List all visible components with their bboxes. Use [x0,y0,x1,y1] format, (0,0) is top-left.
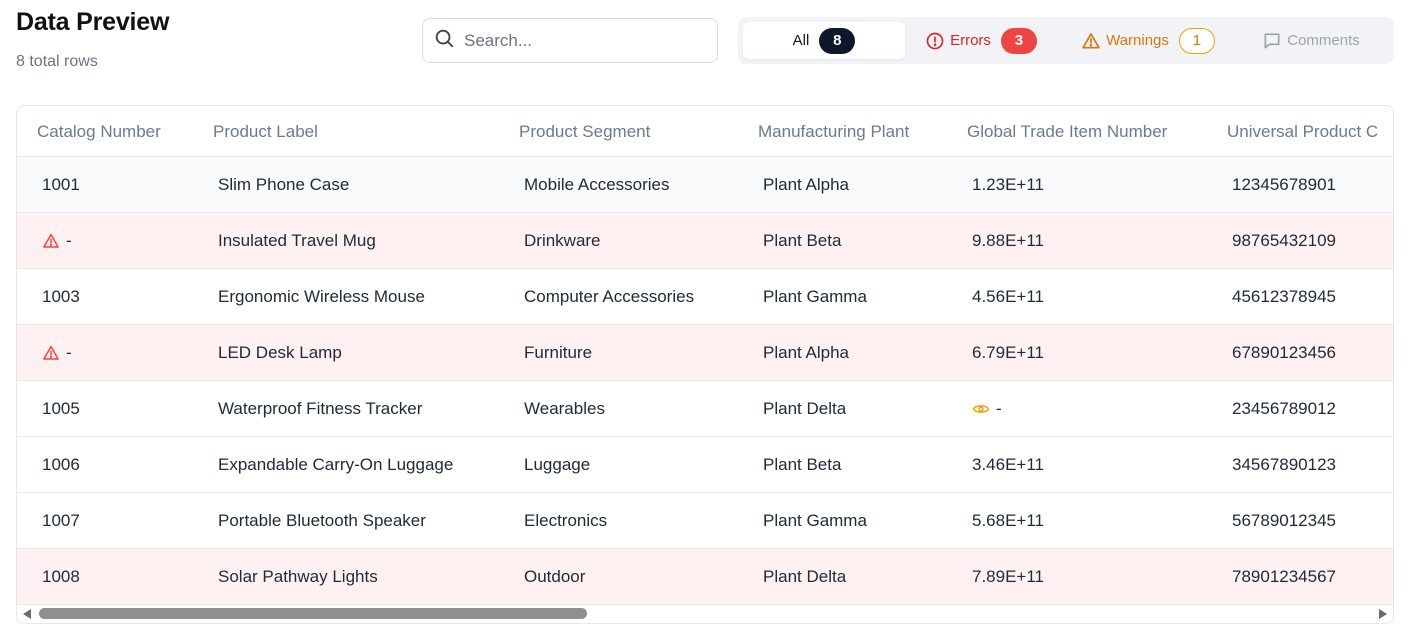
cell-product-label: Waterproof Fitness Tracker [218,399,423,418]
cell-manufacturing-plant: Plant Alpha [763,343,850,362]
cell-manufacturing-plant: Plant Alpha [763,175,850,194]
tab-all[interactable]: All 8 [743,22,905,59]
cell-manufacturing-plant: Plant Gamma [763,511,867,530]
alert-triangle-icon [1081,31,1101,51]
cell-product-label: Slim Phone Case [218,175,350,194]
tab-errors-label: Errors [950,32,991,49]
cell-catalog-number: - [42,325,72,381]
cell-catalog-number: - [42,213,72,269]
filter-tabs: All 8 Errors 3 Warnings 1 Comments [738,17,1394,64]
cell-gtin: 7.89E+11 [972,567,1045,586]
alert-circle-icon [925,31,945,51]
tab-errors[interactable]: Errors 3 [916,22,1046,59]
column-header-catalog-number[interactable]: Catalog Number [37,106,161,157]
cell-manufacturing-plant: Plant Delta [763,567,847,586]
column-header-gtin[interactable]: Global Trade Item Number [967,106,1167,157]
tab-comments-label: Comments [1287,32,1360,49]
cell-product-label: LED Desk Lamp [218,343,342,362]
cell-catalog-number: 1001 [42,175,80,194]
cell-gtin: 1.23E+11 [972,175,1045,194]
tab-all-label: All [792,32,810,49]
tab-warnings[interactable]: Warnings 1 [1068,22,1228,59]
table-row[interactable]: 1001 Slim Phone Case Mobile Accessories … [17,157,1393,213]
row-count: 8 total rows [16,53,98,70]
search-input[interactable] [464,30,704,51]
cell-upc: 45612378945 [1232,287,1337,306]
comment-icon [1262,31,1282,51]
cell-product-label: Insulated Travel Mug [218,231,376,250]
table-row[interactable]: - LED Desk Lamp Furniture Plant Alpha 6.… [17,325,1393,381]
table-row[interactable]: 1006 Expandable Carry-On Luggage Luggage… [17,437,1393,493]
column-header-product-segment[interactable]: Product Segment [519,106,650,157]
all-count-badge: 8 [819,27,856,54]
cell-product-segment: Outdoor [524,567,586,586]
data-table: Catalog Number Product Label Product Seg… [16,105,1394,624]
scroll-left-arrow-icon[interactable] [23,609,31,619]
warnings-count-badge: 1 [1178,27,1215,54]
cell-gtin: 4.56E+11 [972,287,1045,306]
cell-upc: 67890123456 [1232,343,1337,362]
cell-catalog-number: 1006 [42,455,80,474]
page-title: Data Preview [16,8,170,36]
cell-product-label: Ergonomic Wireless Mouse [218,287,425,306]
table-row[interactable]: 1003 Ergonomic Wireless Mouse Computer A… [17,269,1393,325]
cell-catalog-number: 1007 [42,511,80,530]
error-triangle-icon[interactable] [42,232,60,250]
cell-upc: 56789012345 [1232,511,1337,530]
cell-catalog-number: 1008 [42,567,80,586]
cell-product-segment: Luggage [524,455,591,474]
cell-manufacturing-plant: Plant Beta [763,455,842,474]
cell-upc: 34567890123 [1232,455,1337,474]
cell-upc: 78901234567 [1232,567,1337,586]
table-header: Catalog Number Product Label Product Seg… [17,106,1393,157]
cell-upc: 23456789012 [1232,399,1337,418]
column-header-upc[interactable]: Universal Product C [1227,106,1378,157]
cell-product-segment: Furniture [524,343,593,362]
cell-gtin: 5.68E+11 [972,511,1045,530]
scrollbar-thumb[interactable] [39,608,587,619]
table-row[interactable]: 1007 Portable Bluetooth Speaker Electron… [17,493,1393,549]
cell-upc: 98765432109 [1232,231,1337,250]
cell-gtin: 6.79E+11 [972,343,1045,362]
cell-manufacturing-plant: Plant Delta [763,399,847,418]
cell-gtin: 9.88E+11 [972,231,1045,250]
cell-catalog-number: 1005 [42,399,80,418]
table-row[interactable]: 1008 Solar Pathway Lights Outdoor Plant … [17,549,1393,605]
cell-manufacturing-plant: Plant Gamma [763,287,867,306]
column-header-manufacturing-plant[interactable]: Manufacturing Plant [758,106,909,157]
cell-product-label: Expandable Carry-On Luggage [218,455,454,474]
column-header-product-label[interactable]: Product Label [213,106,318,157]
horizontal-scrollbar[interactable] [17,605,1393,623]
cell-product-segment: Drinkware [524,231,601,250]
errors-count-badge: 3 [1000,27,1037,54]
cell-product-segment: Wearables [524,399,605,418]
cell-upc: 12345678901 [1232,175,1337,194]
cell-gtin: - [972,381,1002,437]
table-row[interactable]: - Insulated Travel Mug Drinkware Plant B… [17,213,1393,269]
cell-product-label: Portable Bluetooth Speaker [218,511,426,530]
cell-product-segment: Computer Accessories [524,287,695,306]
cell-catalog-number: 1003 [42,287,80,306]
cell-product-label: Solar Pathway Lights [218,567,378,586]
search-icon [433,27,455,54]
tab-comments[interactable]: Comments [1246,22,1376,59]
table-row[interactable]: 1005 Waterproof Fitness Tracker Wearable… [17,381,1393,437]
cell-product-segment: Electronics [524,511,608,530]
cell-product-segment: Mobile Accessories [524,175,670,194]
cell-gtin: 3.46E+11 [972,455,1045,474]
eye-icon[interactable] [972,400,990,418]
error-triangle-icon[interactable] [42,344,60,362]
scroll-right-arrow-icon[interactable] [1379,609,1387,619]
search-box[interactable] [422,18,718,63]
tab-warnings-label: Warnings [1106,32,1169,49]
cell-manufacturing-plant: Plant Beta [763,231,842,250]
